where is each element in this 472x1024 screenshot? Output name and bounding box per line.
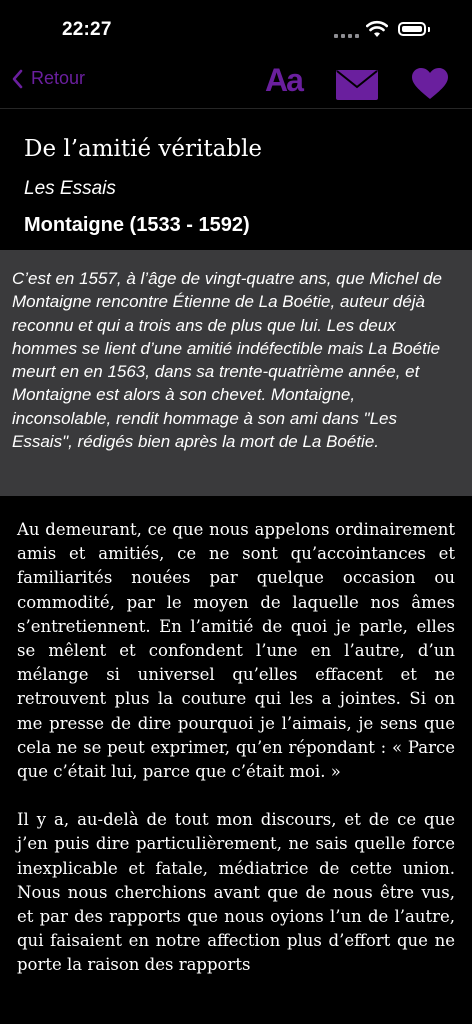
intro-box: C’est en 1557, à l’âge de vingt-quatre a… — [0, 250, 472, 496]
heart-icon[interactable] — [412, 68, 448, 100]
back-label: Retour — [31, 68, 86, 88]
paragraph: Au demeurant, ce que nous appelons ordin… — [17, 520, 455, 782]
battery-icon — [398, 22, 426, 36]
font-size-button[interactable]: Aa — [265, 62, 304, 99]
paragraph: Il y a, au-delà de tout mon discours, et… — [17, 810, 455, 975]
status-time: 22:27 — [62, 19, 112, 40]
battery-cap — [428, 27, 430, 32]
intro-text: C’est en 1557, à l’âge de vingt-quatre a… — [12, 269, 442, 452]
work-title: Les Essais — [24, 178, 116, 199]
author-name: Montaigne (1533 - 1592) — [24, 214, 250, 236]
text-body: Au demeurant, ce que nous appelons ordin… — [17, 518, 455, 1002]
back-button[interactable]: Retour — [12, 68, 85, 89]
status-bar: 22:27 — [0, 0, 472, 56]
cellular-signal-icon — [334, 30, 360, 38]
mail-icon[interactable] — [336, 70, 378, 100]
chevron-left-icon — [12, 69, 23, 88]
text-title: De l’amitié véritable — [24, 136, 263, 162]
navigation-bar: Retour Aa — [0, 56, 472, 109]
wifi-icon — [366, 20, 388, 37]
